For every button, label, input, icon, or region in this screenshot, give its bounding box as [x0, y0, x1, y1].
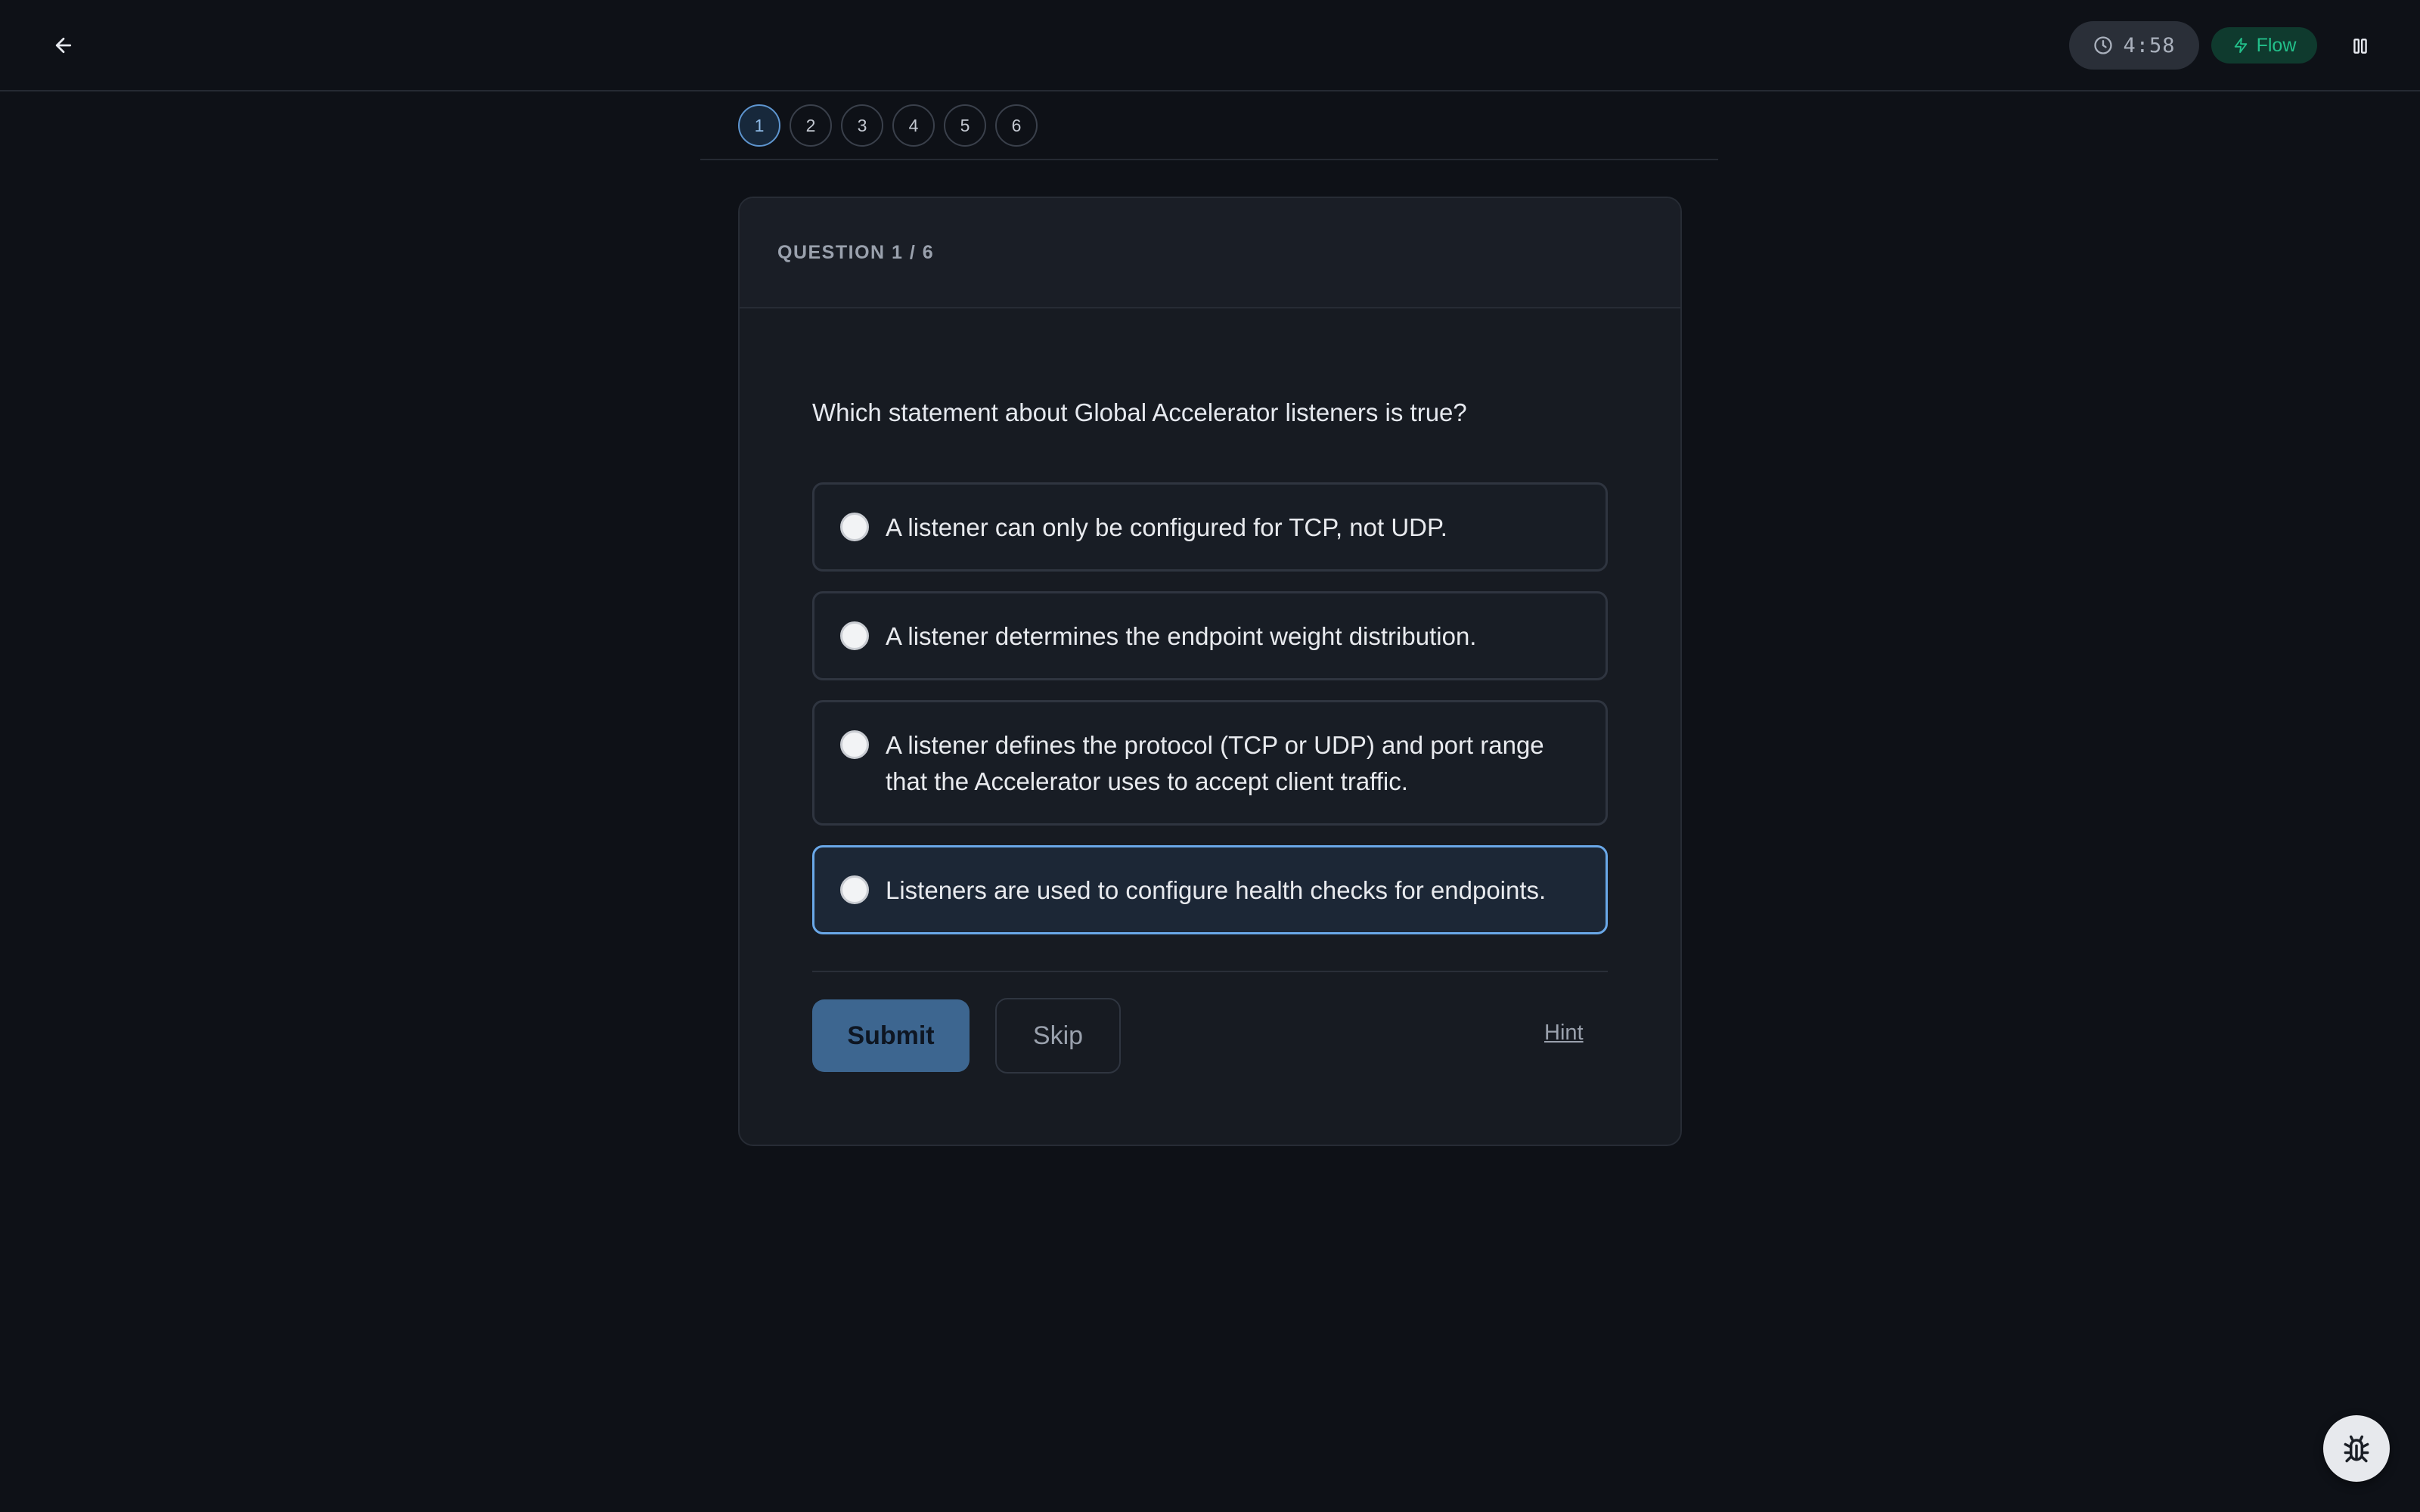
divider — [812, 971, 1608, 972]
skip-button[interactable]: Skip — [995, 998, 1121, 1074]
question-nav-item-5[interactable]: 5 — [944, 104, 986, 147]
lightning-icon — [2234, 37, 2247, 54]
question-nav-item-4[interactable]: 4 — [892, 104, 935, 147]
answer-option-2[interactable]: A listener determines the endpoint weigh… — [812, 591, 1608, 680]
timer-badge: 4:58 — [2069, 21, 2199, 70]
answer-option-text: Listeners are used to configure health c… — [886, 876, 1547, 904]
question-text: Which statement about Global Accelerator… — [812, 398, 1467, 426]
radio-button[interactable] — [840, 875, 869, 904]
question-nav-item-6[interactable]: 6 — [995, 104, 1038, 147]
question-card: QUESTION 1 / 6 Which statement about Glo… — [738, 197, 1682, 1146]
hint-link[interactable]: Hint — [1544, 1021, 1584, 1046]
flow-mode-badge[interactable]: Flow — [2211, 27, 2317, 64]
radio-button[interactable] — [840, 730, 869, 759]
radio-button[interactable] — [840, 513, 869, 541]
answer-option-1[interactable]: A listener can only be configured for TC… — [812, 482, 1608, 572]
flow-mode-label: Flow — [2256, 34, 2297, 56]
answer-option-text: A listener defines the protocol (TCP or … — [886, 731, 1544, 795]
question-nav-item-1[interactable]: 1 — [738, 104, 780, 147]
clock-icon — [2094, 36, 2113, 54]
back-button[interactable] — [47, 29, 80, 62]
arrow-left-icon — [55, 37, 72, 54]
question-navigator: 123456 — [700, 92, 1718, 160]
pause-icon — [2353, 39, 2367, 54]
bug-icon — [2344, 1435, 2369, 1463]
top-bar: 4:58 Flow — [0, 0, 2420, 91]
radio-button[interactable] — [840, 621, 869, 650]
submit-button[interactable]: Submit — [812, 999, 970, 1072]
answer-option-3[interactable]: A listener defines the protocol (TCP or … — [812, 700, 1608, 826]
answer-option-text: A listener can only be configured for TC… — [886, 513, 1447, 541]
question-nav-item-2[interactable]: 2 — [790, 104, 832, 147]
answer-option-text: A listener determines the endpoint weigh… — [886, 622, 1477, 650]
timer-text: 4:58 — [2123, 33, 2176, 57]
question-progress-label: QUESTION 1 / 6 — [740, 198, 1680, 308]
question-nav-item-3[interactable]: 3 — [841, 104, 883, 147]
pause-button[interactable] — [2341, 27, 2379, 65]
answer-option-4[interactable]: Listeners are used to configure health c… — [812, 845, 1608, 934]
bug-report-button[interactable] — [2323, 1415, 2390, 1482]
